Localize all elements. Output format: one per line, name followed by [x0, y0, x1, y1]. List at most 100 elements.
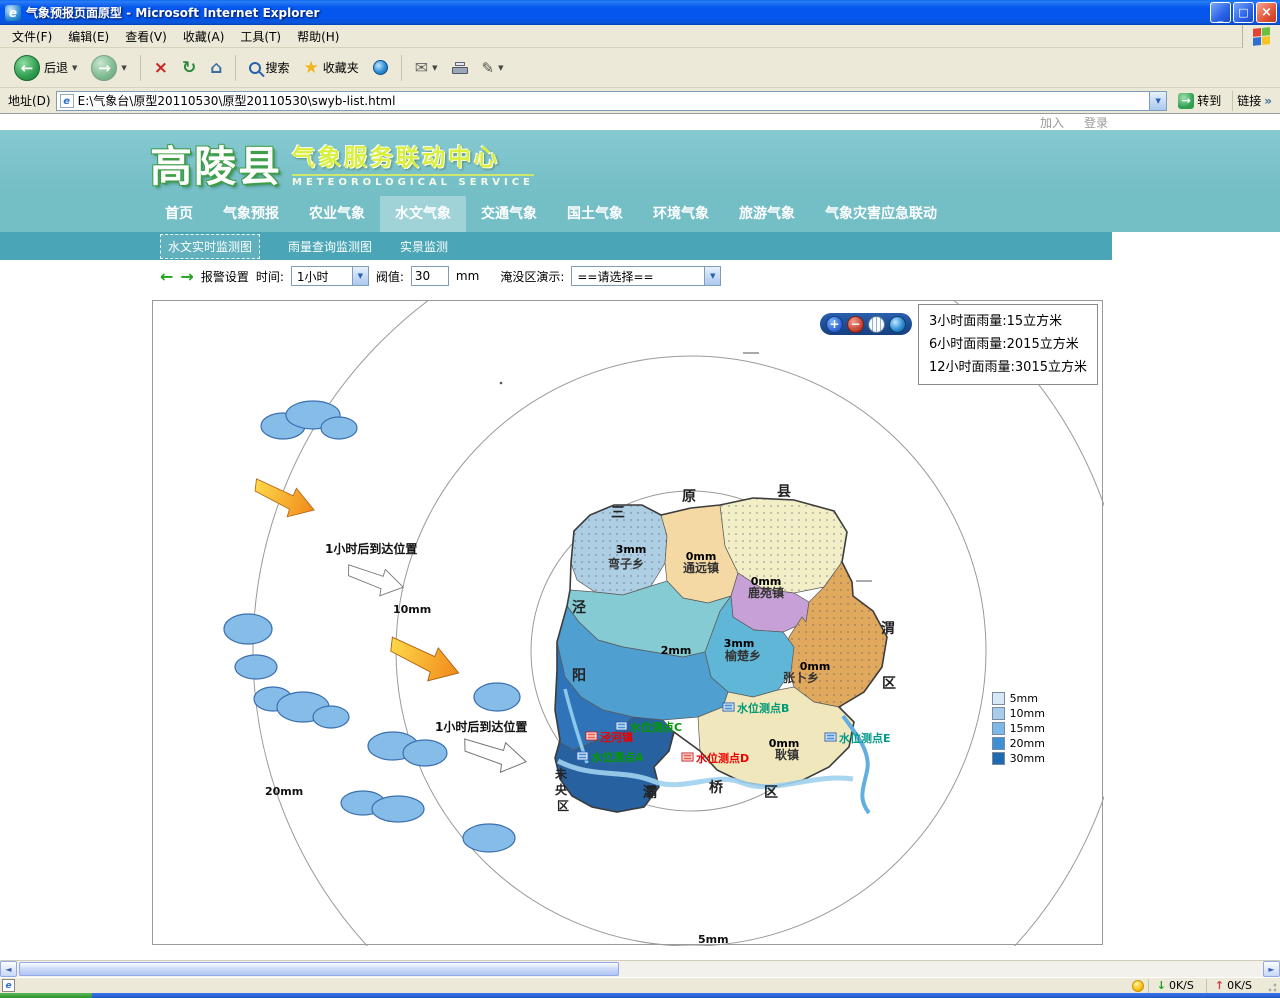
print-button[interactable] [446, 58, 474, 78]
favorites-button[interactable]: ★ 收藏夹 [297, 54, 364, 82]
next-arrow-icon[interactable]: → [180, 267, 193, 286]
weather-plugin-icon[interactable] [1132, 980, 1144, 992]
menu-view[interactable]: 查看(V) [117, 25, 175, 48]
time-select[interactable]: 1小时 ▼ [291, 266, 369, 286]
logo-service-en-text: METEOROLOGICAL SERVICE [292, 174, 534, 188]
arrival-label-1: 1小时后到达位置 [325, 541, 417, 556]
legend-swatch [992, 692, 1005, 705]
center-rain: 2mm [661, 644, 692, 657]
time-dropdown-icon[interactable]: ▼ [352, 267, 368, 285]
edit-button[interactable]: ✎ ▼ [476, 55, 510, 81]
close-icon: × [1261, 5, 1272, 20]
mail-dropdown-icon[interactable]: ▼ [432, 64, 437, 72]
water-point-label[interactable]: 水位测点E [839, 731, 891, 745]
subnav-realtime-monitor[interactable]: 水文实时监测图 [160, 234, 260, 259]
subnav-live-view[interactable]: 实景监测 [400, 238, 448, 255]
hydrology-map[interactable]: 1小时后到达位置 1小时后到达位置 [153, 301, 1104, 946]
menu-edit[interactable]: 编辑(E) [60, 25, 117, 48]
legend-row: 20mm [992, 736, 1045, 751]
maximize-button[interactable]: □ [1233, 2, 1254, 23]
window-title: 气象预报页面原型 - Microsoft Internet Explorer [26, 4, 1208, 21]
back-dropdown-icon[interactable]: ▼ [72, 64, 77, 72]
threshold-input[interactable] [411, 266, 449, 286]
nav-item-tourism[interactable]: 旅游气象 [724, 196, 810, 232]
prev-arrow-icon[interactable]: ← [160, 267, 173, 286]
time-select-value: 1小时 [292, 268, 334, 285]
neighbor-char: 区 [764, 785, 778, 801]
nav-item-home[interactable]: 首页 [150, 196, 208, 232]
nav-item-forecast[interactable]: 气象预报 [208, 196, 294, 232]
ring-label-20mm: 20mm [265, 785, 303, 798]
edit-dropdown-icon[interactable]: ▼ [498, 64, 503, 72]
nav-item-environment[interactable]: 环境气象 [638, 196, 724, 232]
scrollbar-thumb[interactable] [19, 962, 619, 976]
district-rain: 0mm [686, 550, 717, 563]
menu-file[interactable]: 文件(F) [4, 25, 60, 48]
water-point-label[interactable]: 水位测点A [591, 750, 644, 764]
forward-dropdown-icon[interactable]: ▼ [121, 64, 126, 72]
water-point-D[interactable]: 水位测点D [682, 751, 749, 765]
resize-grip[interactable] [1264, 979, 1278, 993]
mail-icon: ✉ [415, 58, 428, 77]
jinghe-town-label: 泾河镇 [600, 730, 633, 744]
flood-select[interactable]: ==请选择== ▼ [571, 266, 721, 286]
go-icon: → [1178, 93, 1194, 109]
stop-button[interactable]: × [148, 54, 174, 82]
threshold-label: 阀值: [376, 268, 404, 285]
horizontal-scrollbar[interactable]: ◄ ► [0, 960, 1280, 977]
neighbor-char: 灞 [643, 784, 657, 801]
back-button[interactable]: ← 后退 ▼ [8, 51, 83, 85]
close-button[interactable]: × [1256, 2, 1277, 23]
page-icon: e [60, 94, 74, 108]
menu-tools[interactable]: 工具(T) [232, 25, 289, 48]
join-link[interactable]: 加入 [1040, 114, 1064, 131]
address-dropdown-icon[interactable]: ▼ [1149, 92, 1166, 110]
forward-button[interactable]: → ▼ [85, 51, 132, 85]
map-canvas[interactable]: 1小时后到达位置 1小时后到达位置 [152, 300, 1103, 945]
down-arrow-icon: ↓ [1157, 979, 1166, 992]
menu-help[interactable]: 帮助(H) [289, 25, 347, 48]
home-button[interactable]: ⌂ [204, 54, 228, 82]
arrival-label-2: 1小时后到达位置 [435, 719, 527, 734]
menu-favorites[interactable]: 收藏(A) [175, 25, 233, 48]
print-icon [452, 62, 468, 74]
scroll-right-button[interactable]: ► [1263, 961, 1280, 977]
address-input[interactable] [78, 94, 1150, 108]
go-button[interactable]: → 转到 [1172, 90, 1227, 111]
neighbor-char: 未 [554, 766, 567, 781]
nav-item-emergency[interactable]: 气象灾害应急联动 [810, 196, 952, 232]
subnav-rain-query[interactable]: 雨量查询监测图 [288, 238, 372, 255]
unit-label: mm [456, 269, 479, 283]
pan-hand-button[interactable] [868, 316, 885, 333]
nav-item-traffic[interactable]: 交通气象 [466, 196, 552, 232]
flood-dropdown-icon[interactable]: ▼ [704, 267, 720, 285]
start-button-edge[interactable] [0, 993, 92, 998]
legend-swatch [992, 722, 1005, 735]
login-link[interactable]: 登录 [1084, 114, 1108, 131]
full-extent-button[interactable] [889, 316, 906, 333]
nav-item-land[interactable]: 国土气象 [552, 196, 638, 232]
neighbor-char: 区 [882, 676, 896, 692]
legend-row: 30mm [992, 751, 1045, 766]
edit-icon: ✎ [482, 59, 495, 77]
logo-service-text: 气象服务联动中心 [292, 138, 534, 172]
water-point-label[interactable]: 水位测点B [737, 701, 789, 715]
neighbor-char: 阳 [572, 668, 586, 684]
nav-item-hydrology[interactable]: 水文气象 [380, 196, 466, 232]
links-bar[interactable]: 链接 » [1232, 91, 1276, 111]
scrollbar-track[interactable] [17, 961, 1263, 977]
refresh-button[interactable]: ↻ [176, 54, 202, 82]
mail-button[interactable]: ✉ ▼ [409, 54, 444, 81]
scroll-left-button[interactable]: ◄ [0, 961, 17, 977]
nav-item-agriculture[interactable]: 农业气象 [294, 196, 380, 232]
search-button[interactable]: 搜索 [243, 55, 295, 80]
water-point-label[interactable]: 水位测点C [630, 720, 682, 734]
address-field[interactable]: e ▼ [56, 91, 1168, 111]
water-point-label[interactable]: 水位测点D [696, 751, 749, 765]
neighbor-char: 泾 [572, 599, 586, 616]
zoom-out-button[interactable]: − [847, 316, 864, 333]
neighbor-char: 区 [557, 799, 569, 813]
history-button[interactable] [367, 56, 394, 79]
minimize-button[interactable]: _ [1210, 2, 1231, 23]
zoom-in-button[interactable]: + [826, 316, 843, 333]
